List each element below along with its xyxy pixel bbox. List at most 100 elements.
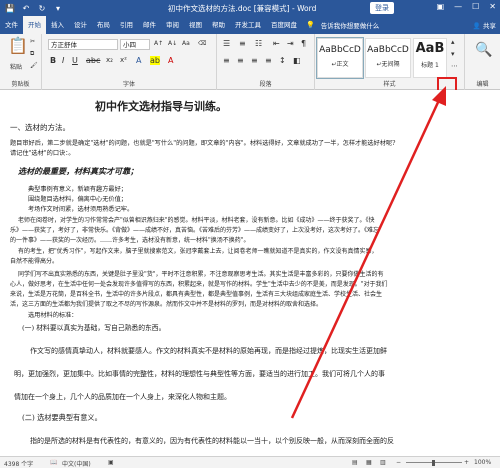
align-right-icon[interactable]: ≡ — [251, 56, 258, 65]
superscript-icon[interactable]: x² — [120, 56, 127, 64]
status-bar: 4398 个字 📖 中文(中国) ▣ ▤ ▦ ▥ − + 100% — [0, 456, 500, 468]
share-button[interactable]: 👤 共享 — [473, 20, 496, 30]
macro-record-icon[interactable]: ▣ — [108, 459, 114, 466]
line-spacing-icon[interactable]: ↕ — [279, 56, 286, 65]
grow-font-icon[interactable]: A↑ — [154, 40, 163, 47]
format-painter-icon[interactable]: 🖌 — [30, 62, 38, 69]
subscript-icon[interactable]: x₂ — [106, 56, 113, 64]
print-layout-icon[interactable]: ▦ — [366, 459, 372, 466]
tab-mailings[interactable]: 邮件 — [138, 16, 161, 34]
undo-icon[interactable]: ↶ — [20, 4, 32, 13]
change-case-icon[interactable]: Aa — [182, 40, 190, 47]
font-size-box[interactable]: 小四 — [120, 39, 150, 50]
paragraph-group-label: 段落 — [259, 81, 272, 88]
show-marks-icon[interactable]: ¶ — [301, 39, 306, 48]
customize-quick-access-icon[interactable]: ▾ — [52, 4, 64, 13]
multilevel-list-icon[interactable]: ☷ — [255, 39, 262, 48]
tab-file[interactable]: 文件 — [0, 16, 23, 34]
clipboard-group-label: 剪贴板 — [11, 81, 30, 88]
bold-icon[interactable]: B — [50, 56, 56, 65]
tab-developer[interactable]: 开发工具 — [230, 16, 266, 34]
tab-layout[interactable]: 布局 — [92, 16, 115, 34]
style-no-spacing[interactable]: AaBbCcD ↵无间隔 — [365, 38, 411, 78]
zoom-slider-thumb[interactable] — [432, 460, 435, 466]
style-heading-1[interactable]: AaB 标题 1 — [413, 38, 447, 78]
doc-line: 心人，做好思考，在生活中任何一处会发现许多值得写的东西，积累起来，就是写作的材料… — [10, 281, 388, 288]
styles-more-icon[interactable]: ⋯ — [451, 62, 458, 70]
doc-line: 明，更加强烈，更加集中。比如事情的完整性，材料的理想性与典型性等方面，要适当的进… — [14, 370, 385, 378]
word-count[interactable]: 4398 个字 — [4, 459, 33, 468]
strikethrough-icon[interactable]: abc — [86, 56, 100, 65]
increase-indent-icon[interactable]: ⇥ — [287, 39, 294, 48]
styles-scroll-up-icon[interactable]: ▴ — [451, 38, 455, 46]
style-normal[interactable]: AaBbCcD ↵正文 — [316, 37, 364, 79]
tab-view[interactable]: 视图 — [184, 16, 207, 34]
minimize-icon[interactable]: — — [454, 2, 462, 11]
ribbon-display-icon[interactable]: ▣ — [437, 2, 445, 11]
align-left-icon[interactable]: ≡ — [223, 56, 230, 65]
doc-line: 请记住"选材"的口诀：。 — [10, 150, 75, 157]
highlight-icon[interactable]: ab — [150, 56, 160, 65]
font-color-icon[interactable]: A — [168, 56, 173, 65]
save-icon[interactable]: 💾 — [4, 4, 16, 13]
tab-design[interactable]: 设计 — [69, 16, 92, 34]
title-bar: 💾 ↶ ↻ ▾ 初中作文选材的方法.doc [兼容模式] - Word 登录 ▣… — [0, 0, 500, 16]
cut-icon[interactable]: ✂ — [30, 38, 35, 45]
doc-line: 情加在一个身上，几个人的品质加在一个人身上，来深化人物和主题。 — [14, 393, 231, 401]
font-name-box[interactable]: 方正舒体 — [48, 39, 118, 50]
web-layout-icon[interactable]: ▥ — [380, 459, 386, 466]
tab-baidu-netdisk[interactable]: 百度网盘 — [266, 16, 302, 34]
underline-icon[interactable]: U — [72, 56, 78, 65]
maximize-icon[interactable]: ☐ — [472, 2, 479, 11]
redo-icon[interactable]: ↻ — [36, 4, 48, 13]
language-indicator[interactable]: 中文(中国) — [62, 459, 91, 468]
login-button[interactable]: 登录 — [370, 2, 394, 14]
paste-button-label[interactable]: 粘贴 — [10, 62, 22, 71]
italic-icon[interactable]: I — [62, 56, 64, 65]
shrink-font-icon[interactable]: A↓ — [168, 40, 177, 47]
tab-home[interactable]: 开始 — [23, 16, 46, 34]
doc-line: 来说，生活是万花筒，是百科全书，生活中的许多片段点，都具有典型性，都是典型值事例… — [10, 291, 383, 298]
doc-line: 的一件事》——获奖的一次经历。……许多考生，选材没有新意，统一材料"换汤不换药"… — [10, 237, 250, 244]
shading-icon[interactable]: ◧ — [293, 56, 301, 65]
zoom-out-icon[interactable]: − — [396, 459, 401, 466]
person-icon: 👤 — [472, 22, 481, 30]
font-group: 方正舒体 小四 A↑ A↓ Aa ⌫ B I U abc x₂ x² A ab … — [42, 34, 217, 90]
numbering-icon[interactable]: ≡ — [239, 39, 246, 48]
window-title: 初中作文选材的方法.doc [兼容模式] - Word — [168, 4, 317, 13]
tab-review[interactable]: 审阅 — [161, 16, 184, 34]
lightbulb-icon: 💡 — [306, 21, 315, 29]
doc-line: 题目审好后，第二步就是确定"选材"的问题，也就是"写什么"的问题，即文章的"内容… — [10, 140, 396, 147]
doc-line: 典型事例有意义，新颖有趣方最好； — [28, 186, 127, 193]
zoom-in-icon[interactable]: + — [464, 459, 469, 466]
ribbon-tabs: 文件 开始 插入 设计 布局 引用 邮件 审阅 视图 帮助 开发工具 百度网盘 … — [0, 16, 500, 34]
tab-references[interactable]: 引用 — [115, 16, 138, 34]
styles-scroll-down-icon[interactable]: ▾ — [451, 50, 455, 58]
clear-formatting-icon[interactable]: ⌫ — [198, 40, 206, 47]
quick-access-toolbar: 💾 ↶ ↻ ▾ — [0, 4, 64, 13]
document-title: 初中作文选材指导与训练。 — [95, 100, 227, 113]
document-page: 初中作文选材指导与训练。 一、选材的方法。 题目审好后，第二步就是确定"选材"的… — [0, 90, 500, 456]
tab-help[interactable]: 帮助 — [207, 16, 230, 34]
zoom-level[interactable]: 100% — [474, 459, 491, 466]
proofing-icon[interactable]: 📖 — [50, 459, 57, 466]
doc-line: 选用材料的标准： — [28, 312, 78, 319]
bullets-icon[interactable]: ☰ — [223, 39, 230, 48]
doc-line: 自然不能得高分。 — [10, 258, 59, 265]
text-effects-icon[interactable]: A — [136, 56, 141, 65]
paste-icon[interactable]: 📋 — [8, 36, 28, 55]
justify-icon[interactable]: ≡ — [265, 56, 272, 65]
copy-icon[interactable]: ⧉ — [30, 50, 34, 58]
font-group-label: 字体 — [122, 81, 135, 88]
find-icon[interactable]: 🔍 — [475, 42, 492, 58]
tell-me-search[interactable]: 告诉我你想要做什么 — [321, 20, 380, 30]
align-center-icon[interactable]: ≡ — [237, 56, 244, 65]
doc-line: (二) 选材要典型有意义。 — [22, 413, 102, 422]
doc-line: (一) 材料要以真实为基础，写自己熟悉的东西。 — [22, 324, 166, 332]
decrease-indent-icon[interactable]: ⇤ — [273, 39, 280, 48]
read-mode-icon[interactable]: ▤ — [352, 459, 358, 466]
doc-line: 一、选材的方法。 — [10, 123, 70, 132]
tab-insert[interactable]: 插入 — [46, 16, 69, 34]
close-icon[interactable]: ✕ — [489, 2, 496, 11]
paragraph-group: ☰ ≡ ☷ ⇤ ⇥ ¶ ≡ ≡ ≡ ≡ ↕ ◧ 段落 — [217, 34, 315, 90]
